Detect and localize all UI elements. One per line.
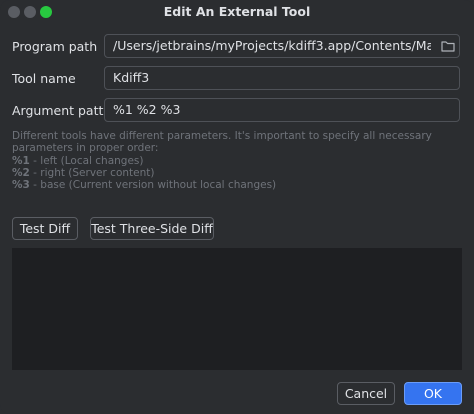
test-diff-button[interactable]: Test Diff <box>12 217 78 240</box>
help-param-desc: - base (Current version without local ch… <box>29 179 277 192</box>
ok-button[interactable]: OK <box>404 382 462 405</box>
program-path-field[interactable]: /Users/jetbrains/myProjects/kdiff3.app/C… <box>104 34 460 58</box>
tool-name-field[interactable]: Kdiff3 <box>104 66 460 90</box>
help-param-2: %2 - right (Server content) <box>12 167 462 179</box>
title-bar: Edit An External Tool <box>0 0 474 24</box>
program-path-label: Program path <box>12 39 98 54</box>
test-three-side-diff-button[interactable]: Test Three-Side Diff <box>90 217 214 240</box>
tool-name-label: Tool name <box>12 71 76 86</box>
help-param-3: %3 - base (Current version without local… <box>12 179 462 191</box>
edit-external-tool-dialog: Edit An External Tool Program path /User… <box>0 0 474 414</box>
folder-icon[interactable] <box>441 40 455 52</box>
argument-pattern-field[interactable]: %1 %2 %3 <box>104 98 460 122</box>
cancel-button[interactable]: Cancel <box>337 382 395 405</box>
help-param-desc: - left (Local changes) <box>29 154 144 167</box>
help-param-key: %3 <box>12 179 30 192</box>
help-intro: Different tools have different parameter… <box>12 130 432 155</box>
help-param-1: %1 - left (Local changes) <box>12 155 462 167</box>
help-param-key: %1 <box>12 154 30 167</box>
program-path-value: /Users/jetbrains/myProjects/kdiff3.app/C… <box>113 38 431 53</box>
help-param-key: %2 <box>12 166 30 179</box>
dialog-title: Edit An External Tool <box>163 4 311 19</box>
help-param-desc: - right (Server content) <box>29 166 155 179</box>
parameters-help-text: Different tools have different parameter… <box>12 130 462 191</box>
test-output-area <box>12 248 462 370</box>
